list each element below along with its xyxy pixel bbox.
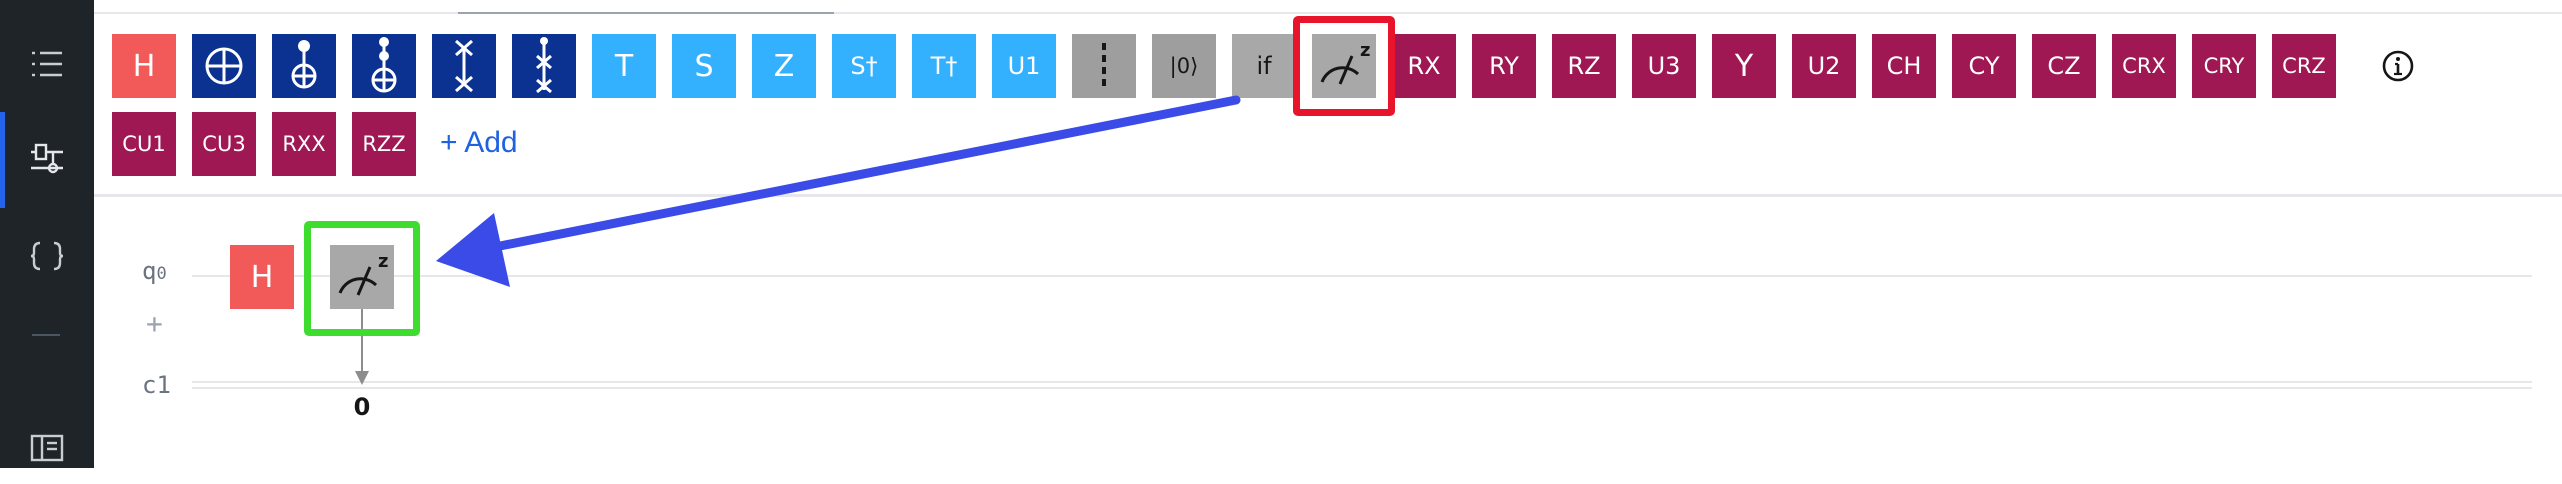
qubit-wire-label: q0 <box>142 257 167 285</box>
gate-0[interactable]: |0⟩ <box>1152 34 1216 98</box>
gate-y[interactable]: Y <box>1712 34 1776 98</box>
gate-label: if <box>1256 52 1272 80</box>
gate-crz[interactable]: CRZ <box>2272 34 2336 98</box>
list-icon[interactable] <box>0 28 94 100</box>
gate-label: Y <box>1734 48 1754 84</box>
circuit-composer-icon[interactable] <box>0 124 94 196</box>
controlled-swap-icon <box>529 36 559 96</box>
gate-label: CRY <box>2203 54 2245 78</box>
gate-label: U2 <box>1807 52 1841 80</box>
gate-t[interactable]: T† <box>912 34 976 98</box>
gate-label: CRZ <box>2282 54 2326 78</box>
gate-label: CZ <box>2047 52 2081 80</box>
left-sidebar <box>0 0 94 468</box>
highlight-palette-measure <box>1293 16 1395 116</box>
gate-crx[interactable]: CRX <box>2112 34 2176 98</box>
gate-label: RZ <box>1567 52 1601 80</box>
cnot-icon <box>284 38 324 94</box>
gate-u2[interactable]: U2 <box>1792 34 1856 98</box>
gate-label: T† <box>930 52 958 80</box>
gate-rxx[interactable]: RXX <box>272 112 336 176</box>
gate-label: T <box>614 48 634 84</box>
gate-if[interactable]: if <box>1232 34 1296 98</box>
gate-label: RZZ <box>362 132 406 156</box>
gate-cy[interactable]: CY <box>1952 34 2016 98</box>
top-tab-strip <box>94 0 2562 14</box>
gate-label: RY <box>1489 52 1519 80</box>
code-braces-icon[interactable] <box>0 220 94 292</box>
gate-label: |0⟩ <box>1169 54 1199 78</box>
gate-cnot[interactable] <box>272 34 336 98</box>
gate-cnot-target[interactable] <box>192 34 256 98</box>
gate-label: CU1 <box>122 132 166 156</box>
placed-h-gate[interactable]: H <box>230 245 294 309</box>
gate-ch[interactable]: CH <box>1872 34 1936 98</box>
gate-cz[interactable]: CZ <box>2032 34 2096 98</box>
gate-cry[interactable]: CRY <box>2192 34 2256 98</box>
gate-ry[interactable]: RY <box>1472 34 1536 98</box>
gate-label: S† <box>850 52 878 80</box>
highlight-placed-measure <box>304 221 420 336</box>
gate-barrier[interactable] <box>1072 34 1136 98</box>
gate-s[interactable]: S <box>672 34 736 98</box>
gate-label: Z <box>773 48 795 84</box>
gate-label: CRX <box>2122 54 2166 78</box>
gate-label: CY <box>1968 52 2000 80</box>
gate-z[interactable]: Z <box>752 34 816 98</box>
classical-wire-label: c1 <box>142 371 171 399</box>
gate-label: U1 <box>1007 52 1041 80</box>
tab-indicator <box>458 0 834 14</box>
panel-icon[interactable] <box>0 412 94 484</box>
gate-label: H <box>132 48 156 84</box>
gate-label: CH <box>1886 52 1922 80</box>
gate-rx[interactable]: RX <box>1392 34 1456 98</box>
gate-cu1[interactable]: CU1 <box>112 112 176 176</box>
info-icon[interactable] <box>2376 44 2420 88</box>
gate-label: S <box>694 48 714 84</box>
gate-s[interactable]: S† <box>832 34 896 98</box>
plus-circle-icon <box>202 44 246 88</box>
gate-rz[interactable]: RZ <box>1552 34 1616 98</box>
classical-wire-bottom <box>192 387 2532 389</box>
gate-u1[interactable]: U1 <box>992 34 1056 98</box>
circuit-canvas[interactable]: q0 + c1 H z 0 <box>94 197 2562 468</box>
gate-label: RXX <box>282 132 326 156</box>
gate-cu3[interactable]: CU3 <box>192 112 256 176</box>
measure-target-bit: 0 <box>353 393 371 421</box>
toffoli-icon <box>364 36 404 96</box>
classical-wire-top <box>192 381 2532 383</box>
gate-label: U3 <box>1647 52 1681 80</box>
barrier-icon <box>1099 41 1109 91</box>
add-wire-button[interactable]: + <box>146 307 163 340</box>
gate-cswap[interactable] <box>512 34 576 98</box>
gate-h[interactable]: H <box>112 34 176 98</box>
gate-u3[interactable]: U3 <box>1632 34 1696 98</box>
gate-label: CU3 <box>202 132 246 156</box>
sidebar-divider <box>32 334 60 336</box>
gate-label: RX <box>1407 52 1441 80</box>
gate-t[interactable]: T <box>592 34 656 98</box>
gate-toffoli[interactable] <box>352 34 416 98</box>
gate-rzz[interactable]: RZZ <box>352 112 416 176</box>
gate-swap[interactable] <box>432 34 496 98</box>
add-gate-link[interactable]: + Add <box>440 126 518 160</box>
swap-icon <box>449 37 479 95</box>
qubit-wire <box>192 275 2532 277</box>
